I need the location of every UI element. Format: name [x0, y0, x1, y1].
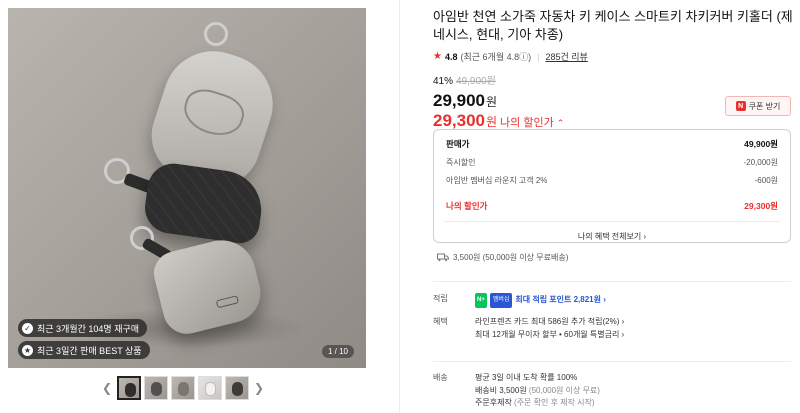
- rating-recent[interactable]: (최근 6개월 4.8ⓘ): [460, 50, 531, 63]
- naver-coupon-icon: N: [735, 101, 746, 111]
- price-row-instant-discount: 즉시할인 -20,000원: [434, 157, 790, 168]
- delivery-key: 배송: [433, 373, 448, 382]
- shipping-summary-text: 3,500원 (50,000원 이상 무료배송): [453, 253, 569, 262]
- verified-icon: ✓: [22, 322, 33, 334]
- delivery-fee-note: (50,000원 이상 무료): [526, 385, 600, 395]
- delivery-fee: 배송비 3,500원 (50,000원 이상 무료): [475, 385, 785, 398]
- thumbnail-3[interactable]: [171, 376, 195, 400]
- product-main-image[interactable]: ✓ 최근 3개월간 104명 재구매 ★ 최근 3일간 판매 BEST 상품 1…: [8, 8, 366, 368]
- product-title: 아임반 천연 소가죽 자동차 키 케이스 스마트키 차키커버 키홀더 (제네시스…: [433, 9, 793, 42]
- column-divider: [399, 0, 400, 413]
- delivery-fee-text: 배송비 3,500원: [475, 385, 527, 395]
- price-row-value: 49,900원: [744, 139, 778, 149]
- points-value[interactable]: N+ 멤버십 최대 적립 포인트 2,821원 ›: [475, 293, 785, 308]
- benefits-key: 혜택: [433, 317, 448, 326]
- key-ring-top: [204, 22, 228, 46]
- rating-row: ★ 4.8 (최근 6개월 4.8ⓘ) | 285건 리뷰: [433, 50, 793, 63]
- final-price-value: 29,300원: [744, 201, 778, 211]
- my-price: 29,300: [433, 111, 485, 130]
- price-row-label: 아임반 멤버십 라운지 고객 2%: [446, 176, 548, 185]
- points-key: 적립: [433, 294, 448, 303]
- thumbnail-1[interactable]: [117, 376, 141, 400]
- repurchase-badge-text: 최근 3개월간 104명 재구매: [37, 323, 140, 334]
- rating-score: 4.8: [444, 51, 458, 62]
- best-seller-badge-text: 최근 3일간 판매 BEST 상품: [37, 345, 142, 356]
- price-row-label: 판매가: [446, 139, 470, 149]
- section-divider: [433, 361, 791, 362]
- thumbnail-2[interactable]: [144, 376, 168, 400]
- card-benefit-link[interactable]: 라인프렌즈 카드 최대 586원 추가 적립(2%) ›: [475, 316, 785, 329]
- best-seller-badge: ★ 최근 3일간 판매 BEST 상품: [18, 341, 150, 359]
- section-divider: [433, 281, 791, 282]
- my-price-unit: 원: [486, 115, 498, 129]
- coupon-button-label: 쿠폰 받기: [748, 101, 781, 111]
- discount-row: 41% 49,900원: [433, 72, 793, 87]
- chevron-up-icon: ⌃: [556, 118, 565, 128]
- thumbnail-next-button[interactable]: ❯: [252, 381, 266, 395]
- delivery-made-to-order: 주문후제작 (주문 확인 후 제작 시작): [475, 397, 785, 410]
- thumbnail-strip: ❮ ❯: [100, 376, 266, 400]
- discount-rate: 41%: [433, 76, 454, 87]
- price-row-membership: 아임반 멤버십 라운지 고객 2% -600원: [434, 175, 790, 186]
- made-to-order-note: (주문 확인 후 제작 시작): [511, 398, 595, 407]
- delivery-arrival-rate: 평균 3일 이내 도착 확률 100%: [475, 373, 578, 382]
- price-row-value: -20,000원: [743, 158, 779, 167]
- delivery-value: 평균 3일 이내 도착 확률 100% 배송비 3,500원 (50,000원 …: [475, 372, 785, 410]
- thumbnail-prev-button[interactable]: ❮: [100, 381, 114, 395]
- final-price-label: 나의 할인가: [446, 201, 488, 211]
- naver-plus-icon: N+: [475, 293, 487, 308]
- price-row-list: 판매가 49,900원: [434, 138, 790, 150]
- sale-price: 29,900: [433, 91, 485, 110]
- my-price-label: 나의 할인가: [500, 117, 554, 129]
- review-count-link[interactable]: 285건 리뷰: [545, 50, 587, 63]
- star-icon: ★: [433, 51, 442, 62]
- repurchase-badge: ✓ 최근 3개월간 104명 재구매: [18, 319, 148, 337]
- price-row-final: 나의 할인가 29,300원: [434, 200, 790, 212]
- thumbnail-5[interactable]: [225, 376, 249, 400]
- installment-benefit-link[interactable]: 최대 12개월 무이자 할부 • 60개월 특별금리 ›: [475, 329, 785, 342]
- made-to-order-text: 주문후제작: [475, 398, 512, 407]
- truck-icon: [437, 253, 449, 262]
- image-counter: 1 / 10: [321, 345, 354, 358]
- points-text: 최대 적립 포인트 2,821원 ›: [515, 295, 606, 304]
- shipping-summary: 3,500원 (50,000원 이상 무료배송): [437, 252, 568, 263]
- view-all-benefits-link[interactable]: 나의 혜택 전체보기 ›: [434, 231, 790, 242]
- best-icon: ★: [22, 344, 33, 356]
- thumbnail-4[interactable]: [198, 376, 222, 400]
- rating-separator: |: [537, 51, 540, 62]
- coupon-button[interactable]: N 쿠폰 받기: [725, 96, 791, 116]
- sale-price-unit: 원: [486, 95, 498, 109]
- membership-badge: 멤버십: [489, 293, 513, 308]
- price-row-label: 즉시할인: [446, 158, 476, 167]
- price-breakdown-box: 판매가 49,900원 즉시할인 -20,000원 아임반 멤버십 라운지 고객…: [433, 129, 791, 243]
- original-price: 49,900원: [456, 76, 496, 87]
- price-box-divider: [444, 221, 780, 222]
- price-row-value: -600원: [754, 176, 778, 185]
- benefits-value: 라인프렌즈 카드 최대 586원 추가 적립(2%) › 최대 12개월 무이자…: [475, 316, 785, 341]
